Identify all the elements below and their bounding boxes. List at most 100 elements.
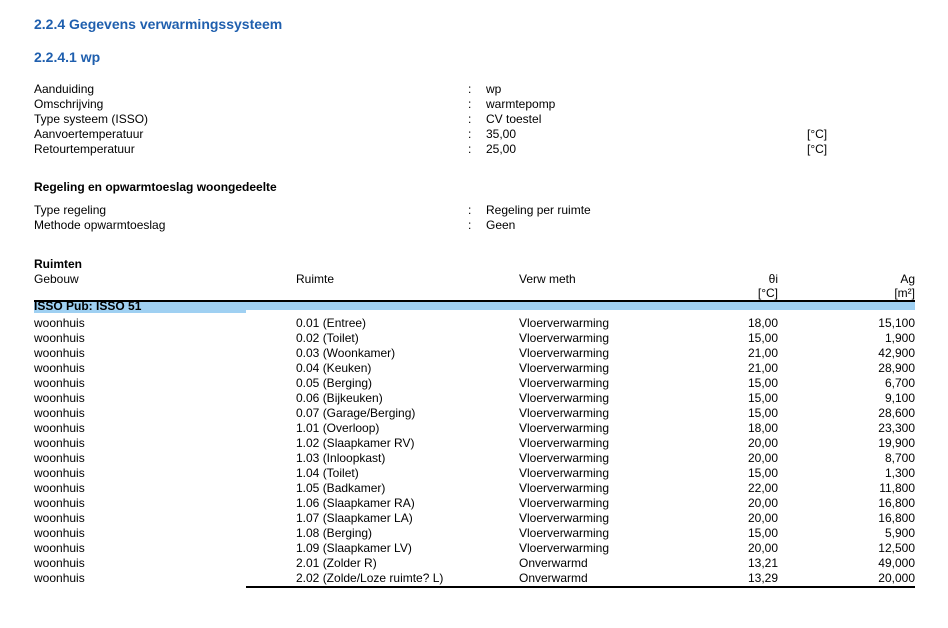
property-label: Omschrijving — [34, 97, 104, 111]
cell-area: 1,900 — [884, 331, 915, 345]
cell-area: 28,900 — [878, 361, 915, 375]
property-unit: [°C] — [807, 142, 828, 156]
cell-theta: 13,21 — [747, 556, 778, 570]
table-bottom-rule — [246, 586, 915, 588]
cell-ruimte: 0.01 (Entree) — [296, 316, 367, 330]
cell-gebouw: woonhuis — [34, 346, 85, 360]
cell-ruimte: 0.06 (Bijkeuken) — [296, 391, 383, 405]
cell-theta: 20,00 — [747, 511, 778, 525]
cell-area: 20,000 — [878, 571, 915, 585]
table-row: woonhuis 1.06 (Slaapkamer RA) Vloerverwarm… — [0, 496, 948, 511]
property-value: 35,00 — [486, 127, 517, 141]
property-label: Type systeem (ISSO) — [34, 112, 149, 126]
property-label: Aanvoertemperatuur — [34, 127, 144, 141]
property-colon: : — [468, 203, 472, 217]
cell-gebouw: woonhuis — [34, 376, 85, 390]
cell-area: 5,900 — [884, 526, 915, 540]
cell-theta: 18,00 — [747, 421, 778, 435]
header-theta-unit: [°C] — [757, 286, 778, 300]
cell-gebouw: woonhuis — [34, 571, 85, 585]
cell-gebouw: woonhuis — [34, 511, 85, 525]
cell-theta: 15,00 — [747, 406, 778, 420]
property-value: Geen — [486, 218, 516, 232]
cell-gebouw: woonhuis — [34, 526, 85, 540]
property-label: Methode opwarmtoeslag — [34, 218, 166, 232]
table-row: woonhuis 2.02 (Zolde/Loze ruimte? L) Onver… — [0, 571, 948, 586]
table-row: woonhuis 1.08 (Berging) Vloerverwarming 15,… — [0, 526, 948, 541]
header-theta: θi — [768, 272, 778, 286]
cell-gebouw: woonhuis — [34, 556, 85, 570]
cell-theta: 20,00 — [747, 496, 778, 510]
cell-ruimte: 0.07 (Garage/Berging) — [296, 406, 416, 420]
cell-ruimte: 0.02 (Toilet) — [296, 331, 359, 345]
cell-gebouw: woonhuis — [34, 406, 85, 420]
cell-theta: 21,00 — [747, 346, 778, 360]
cell-gebouw: woonhuis — [34, 361, 85, 375]
cell-ruimte: 2.02 (Zolde/Loze ruimte? L) — [296, 571, 444, 585]
cell-ruimte: 1.06 (Slaapkamer RA) — [296, 496, 415, 510]
cell-ruimte: 2.01 (Zolder R) — [296, 556, 377, 570]
cell-verw-meth: Vloerverwarming — [519, 361, 610, 375]
property-value: warmtepomp — [486, 97, 556, 111]
cell-theta: 21,00 — [747, 361, 778, 375]
section-heading: 2.2.4 Gegevens verwarmingssysteem — [34, 16, 283, 32]
table-row: woonhuis 0.02 (Toilet) Vloerverwarming 15,0… — [0, 331, 948, 346]
cell-theta: 18,00 — [747, 316, 778, 330]
cell-area: 19,900 — [878, 436, 915, 450]
cell-gebouw: woonhuis — [34, 421, 85, 435]
cell-ruimte: 0.04 (Keuken) — [296, 361, 372, 375]
cell-verw-meth: Vloerverwarming — [519, 451, 610, 465]
cell-area: 16,800 — [878, 496, 915, 510]
property-label: Retourtemperatuur — [34, 142, 135, 156]
cell-ruimte: 1.04 (Toilet) — [296, 466, 359, 480]
subsection-heading: 2.2.4.1 wp — [34, 49, 101, 65]
property-colon: : — [468, 82, 472, 96]
table-row: woonhuis 0.07 (Garage/Berging) Vloerverwar… — [0, 406, 948, 421]
cell-gebouw: woonhuis — [34, 451, 85, 465]
property-colon: : — [468, 142, 472, 156]
property-colon: : — [468, 127, 472, 141]
cell-verw-meth: Vloerverwarming — [519, 481, 610, 495]
cell-gebouw: woonhuis — [34, 541, 85, 555]
cell-verw-meth: Vloerverwarming — [519, 496, 610, 510]
table-row: woonhuis 1.09 (Slaapkamer LV) Vloerverwarm… — [0, 541, 948, 556]
header-ruimte: Ruimte — [296, 272, 335, 286]
cell-area: 15,100 — [878, 316, 915, 330]
table-row: woonhuis 0.05 (Berging) Vloerverwarming 15,… — [0, 376, 948, 391]
table-row: woonhuis 1.07 (Slaapkamer LA) Vloerverwarm… — [0, 511, 948, 526]
cell-verw-meth: Vloerverwarming — [519, 331, 610, 345]
cell-ruimte: 1.08 (Berging) — [296, 526, 373, 540]
cell-ruimte: 0.05 (Berging) — [296, 376, 373, 390]
table-row: woonhuis 0.06 (Bijkeuken) Vloerverwarming 1… — [0, 391, 948, 406]
header-area: Ag — [900, 272, 915, 286]
cell-ruimte: 1.01 (Overloop) — [296, 421, 380, 435]
cell-gebouw: woonhuis — [34, 391, 85, 405]
cell-theta: 20,00 — [747, 451, 778, 465]
cell-gebouw: woonhuis — [34, 436, 85, 450]
cell-ruimte: 1.09 (Slaapkamer LV) — [296, 541, 412, 555]
cell-area: 1,300 — [884, 466, 915, 480]
cell-theta: 15,00 — [747, 466, 778, 480]
cell-theta: 20,00 — [747, 541, 778, 555]
cell-gebouw: woonhuis — [34, 316, 85, 330]
cell-verw-meth: Vloerverwarming — [519, 376, 610, 390]
cell-area: 12,500 — [878, 541, 915, 555]
cell-theta: 15,00 — [747, 391, 778, 405]
cell-area: 9,100 — [884, 391, 915, 405]
cell-area: 8,700 — [884, 451, 915, 465]
cell-verw-meth: Vloerverwarming — [519, 346, 610, 360]
cell-verw-meth: Vloerverwarming — [519, 391, 610, 405]
cell-area: 11,800 — [879, 481, 915, 495]
cell-ruimte: 1.03 (Inloopkast) — [296, 451, 386, 465]
table-row: woonhuis 2.01 (Zolder R) Onverwarmd 13,21 49… — [0, 556, 948, 571]
property-label: Type regeling — [34, 203, 107, 217]
cell-verw-meth: Onverwarmd — [519, 571, 588, 585]
cell-gebouw: woonhuis — [34, 481, 85, 495]
property-label: Aanduiding — [34, 82, 95, 96]
cell-verw-meth: Vloerverwarming — [519, 541, 610, 555]
regeling-title: Regeling en opwarmtoeslag woongedeelte — [34, 180, 277, 194]
table-row: woonhuis 1.03 (Inloopkast) Vloerverwarming… — [0, 451, 948, 466]
cell-verw-meth: Vloerverwarming — [519, 436, 610, 450]
property-unit: [°C] — [807, 127, 828, 141]
isso-band — [34, 301, 915, 313]
